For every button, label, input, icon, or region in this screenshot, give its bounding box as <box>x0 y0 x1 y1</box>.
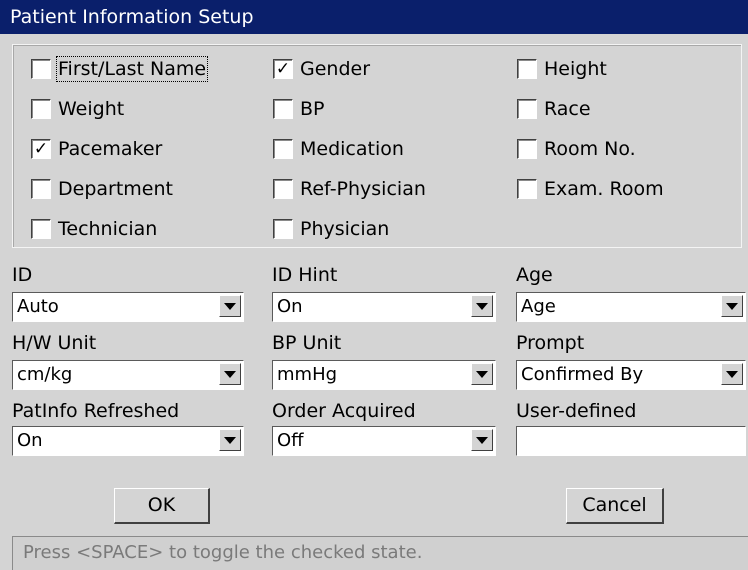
user-defined-label: User-defined <box>516 400 637 422</box>
checkbox-box[interactable] <box>31 59 51 79</box>
checkbox-label: Exam. Room <box>544 178 664 200</box>
patinfo-refreshed-select[interactable]: On <box>12 426 244 456</box>
checkbox-ref-physician[interactable]: Ref-Physician <box>273 173 426 205</box>
dialog-title: Patient Information Setup <box>10 6 254 28</box>
order-acquired-label: Order Acquired <box>272 400 416 422</box>
checkbox-pacemaker[interactable]: ✓ Pacemaker <box>31 133 162 165</box>
dropdown-arrow-icon[interactable] <box>219 363 241 385</box>
checkbox-box[interactable] <box>517 139 537 159</box>
patinfo-refreshed-select-value: On <box>17 430 43 451</box>
checkbox-box[interactable] <box>273 179 293 199</box>
hw-unit-select[interactable]: cm/kg <box>12 360 244 390</box>
checkbox-label: Room No. <box>544 138 636 160</box>
checkbox-label: Ref-Physician <box>300 178 426 200</box>
field-selection-group: First/Last Name ✓ Gender Height Weight B… <box>12 44 742 248</box>
checkbox-box[interactable] <box>517 59 537 79</box>
checkbox-label: Gender <box>300 58 371 80</box>
dropdown-arrow-icon[interactable] <box>219 295 241 317</box>
dialog-titlebar: Patient Information Setup <box>0 0 748 34</box>
checkbox-bp[interactable]: BP <box>273 93 325 125</box>
id-select-value: Auto <box>17 296 59 317</box>
checkbox-label: First/Last Name <box>55 56 209 82</box>
checkbox-label: Department <box>58 178 173 200</box>
id-select[interactable]: Auto <box>12 292 244 322</box>
status-bar: Press <SPACE> to toggle the checked stat… <box>12 536 748 570</box>
bp-unit-label: BP Unit <box>272 332 342 354</box>
checkmark-icon[interactable]: ✓ <box>273 59 293 79</box>
dropdown-arrow-icon[interactable] <box>721 295 743 317</box>
checkbox-exam-room[interactable]: Exam. Room <box>517 173 664 205</box>
dropdown-arrow-icon[interactable] <box>471 429 493 451</box>
checkbox-physician[interactable]: Physician <box>273 213 389 245</box>
patinfo-refreshed-label: PatInfo Refreshed <box>12 400 180 422</box>
checkbox-label: Technician <box>58 218 158 240</box>
order-acquired-select-value: Off <box>277 430 304 451</box>
checkbox-box[interactable] <box>273 139 293 159</box>
checkbox-label: BP <box>300 98 325 120</box>
checkbox-gender[interactable]: ✓ Gender <box>273 53 370 85</box>
hw-unit-select-value: cm/kg <box>17 364 73 385</box>
checkmark-icon[interactable]: ✓ <box>31 139 51 159</box>
checkbox-box[interactable] <box>517 99 537 119</box>
checkbox-weight[interactable]: Weight <box>31 93 124 125</box>
age-label: Age <box>516 264 553 286</box>
bp-unit-select-value: mmHg <box>277 364 338 385</box>
checkbox-box[interactable] <box>517 179 537 199</box>
checkbox-label: Weight <box>58 98 125 120</box>
checkbox-box[interactable] <box>31 99 51 119</box>
status-text: Press <SPACE> to toggle the checked stat… <box>23 542 423 563</box>
age-select[interactable]: Age <box>516 292 746 322</box>
dropdown-arrow-icon[interactable] <box>721 363 743 385</box>
order-acquired-select[interactable]: Off <box>272 426 496 456</box>
bp-unit-select[interactable]: mmHg <box>272 360 496 390</box>
dropdown-arrow-icon[interactable] <box>219 429 241 451</box>
checkbox-label: Pacemaker <box>58 138 163 160</box>
checkbox-medication[interactable]: Medication <box>273 133 404 165</box>
checkbox-room-no[interactable]: Room No. <box>517 133 636 165</box>
checkbox-box[interactable] <box>273 99 293 119</box>
id-label: ID <box>12 264 33 286</box>
user-defined-input[interactable] <box>516 426 746 456</box>
checkbox-technician[interactable]: Technician <box>31 213 157 245</box>
dropdown-arrow-icon[interactable] <box>471 295 493 317</box>
checkbox-box[interactable] <box>31 219 51 239</box>
checkbox-label: Height <box>544 58 607 80</box>
checkbox-first-last-name[interactable]: First/Last Name <box>31 53 209 85</box>
id-hint-label: ID Hint <box>272 264 338 286</box>
patient-info-dialog: Patient Information Setup First/Last Nam… <box>0 0 748 570</box>
prompt-label: Prompt <box>516 332 585 354</box>
id-hint-select[interactable]: On <box>272 292 496 322</box>
hw-unit-label: H/W Unit <box>12 332 97 354</box>
checkbox-race[interactable]: Race <box>517 93 591 125</box>
prompt-select-value: Confirmed By <box>521 364 644 385</box>
checkbox-box[interactable] <box>31 179 51 199</box>
checkbox-department[interactable]: Department <box>31 173 173 205</box>
dropdown-arrow-icon[interactable] <box>471 363 493 385</box>
prompt-select[interactable]: Confirmed By <box>516 360 746 390</box>
checkbox-label: Medication <box>300 138 404 160</box>
ok-button[interactable]: OK <box>114 488 210 524</box>
id-hint-select-value: On <box>277 296 303 317</box>
checkbox-box[interactable] <box>273 219 293 239</box>
checkbox-height[interactable]: Height <box>517 53 607 85</box>
cancel-button[interactable]: Cancel <box>566 488 664 524</box>
checkbox-label: Race <box>544 98 591 120</box>
age-select-value: Age <box>521 296 556 317</box>
checkbox-label: Physician <box>300 218 390 240</box>
